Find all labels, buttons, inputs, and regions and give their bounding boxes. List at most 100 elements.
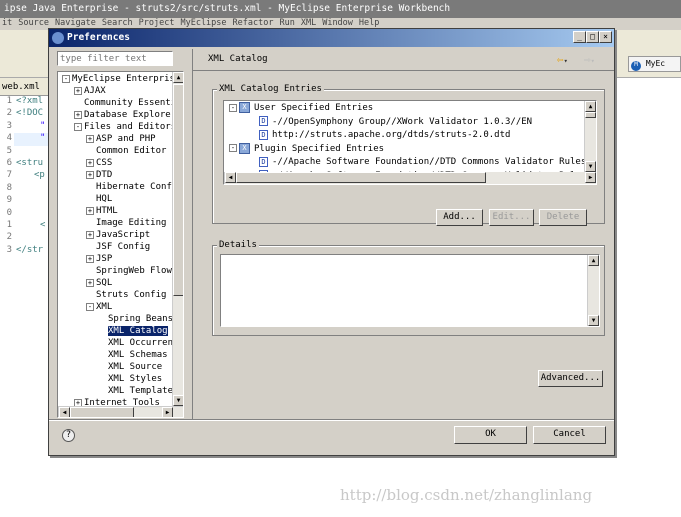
scroll-up-button[interactable]: ▲ [585, 101, 596, 112]
tree-item[interactable]: Struts Config [62, 289, 174, 301]
tree-item[interactable]: XML Catalog [62, 325, 174, 337]
menu-source[interactable]: Source [18, 18, 49, 28]
tree-item[interactable]: + JavaScript [62, 229, 174, 241]
close-button[interactable]: × [599, 31, 612, 43]
perspective-button[interactable]: M MyEc [628, 56, 681, 72]
tree-item[interactable]: HQL [62, 193, 174, 205]
tree-item[interactable]: + ASP and PHP [62, 133, 174, 145]
entry-group[interactable]: - X Plugin Specified Entries [229, 142, 584, 157]
filter-input[interactable] [57, 51, 173, 66]
tree-item[interactable]: + JSP [62, 253, 174, 265]
menu-myeclipse[interactable]: MyEclipse [180, 18, 226, 28]
tree-item[interactable]: Community Essential [62, 97, 174, 109]
tree-item[interactable]: + CSS [62, 157, 174, 169]
entries-horizontal-scrollbar[interactable]: ◀ ▶ [224, 172, 596, 184]
collapse-icon[interactable]: - [86, 302, 94, 311]
details-scrollbar[interactable]: ▲ ▼ [587, 255, 599, 326]
tree-item[interactable]: + AJAX [62, 85, 174, 97]
details-textarea[interactable]: ▲ ▼ [220, 254, 600, 327]
scroll-thumb[interactable] [173, 84, 183, 296]
minimize-button[interactable]: _ [573, 31, 586, 43]
collapse-icon[interactable]: - [62, 74, 70, 83]
tree-item-label: Hibernate Config [96, 182, 174, 192]
menu-run[interactable]: Run [279, 18, 294, 28]
tree-item[interactable]: + SQL [62, 277, 174, 289]
tree-item[interactable]: JSF Config [62, 241, 174, 253]
expand-icon[interactable]: + [86, 170, 94, 179]
advanced-button[interactable]: Advanced... [538, 370, 603, 387]
help-icon[interactable]: ? [62, 429, 75, 442]
scroll-left-button[interactable]: ◀ [59, 407, 70, 417]
maximize-button[interactable]: □ [586, 31, 599, 43]
menu-help[interactable]: Help [359, 18, 379, 28]
tree-item[interactable]: XML Occurrenc [62, 337, 174, 349]
scroll-down-button[interactable]: ▼ [588, 315, 599, 326]
tree-item[interactable]: - Files and Editors [62, 121, 174, 133]
catalog-entry[interactable]: D -//Apache Software Foundation//DTD Comm… [229, 156, 584, 170]
tree-item[interactable]: -MyEclipse Enterprise W [62, 73, 174, 85]
add-button[interactable]: Add... [436, 209, 483, 226]
menu-refactor[interactable]: Refactor [233, 18, 274, 28]
tree-item[interactable]: Common Editor Pr [62, 145, 174, 157]
tree-item[interactable]: - XML [62, 301, 174, 313]
sash[interactable] [192, 49, 193, 419]
expand-icon[interactable]: + [86, 230, 94, 239]
tree-horizontal-scrollbar[interactable]: ◀ ▶ [58, 406, 183, 417]
scroll-down-button[interactable]: ▼ [173, 395, 183, 406]
collapse-icon[interactable]: - [74, 122, 82, 131]
code-editor[interactable]: <?xml <!DOC " " <stru <p < </str [14, 96, 48, 257]
cancel-button[interactable]: Cancel [533, 426, 606, 444]
tree-item[interactable]: Spring Beans [62, 313, 174, 325]
line-number: 0 [6, 207, 12, 218]
menu-window[interactable]: Window [322, 18, 353, 28]
ok-button[interactable]: OK [454, 426, 527, 444]
scroll-up-button[interactable]: ▲ [173, 72, 183, 83]
scroll-thumb[interactable] [236, 172, 486, 183]
tree-item[interactable]: + Database Explorer [62, 109, 174, 121]
scroll-up-button[interactable]: ▲ [588, 255, 599, 266]
tree-item[interactable]: + DTD [62, 169, 174, 181]
expand-icon[interactable]: + [86, 206, 94, 215]
scroll-left-button[interactable]: ◀ [225, 172, 236, 183]
delete-button[interactable]: Delete [539, 209, 587, 226]
tree-item[interactable]: + HTML [62, 205, 174, 217]
edit-button[interactable]: Edit... [489, 209, 534, 226]
entries-vertical-scrollbar[interactable]: ▲ ▼ [584, 101, 596, 172]
scroll-down-button[interactable]: ▼ [585, 161, 596, 172]
preferences-tree[interactable]: -MyEclipse Enterprise W+AJAXCommunity Es… [57, 71, 184, 418]
scroll-right-button[interactable]: ▶ [162, 407, 173, 417]
code-line: <!DOC [16, 108, 44, 119]
catalog-entry[interactable]: D -//OpenSymphony Group//XWork Validator … [229, 116, 584, 130]
scroll-thumb[interactable] [585, 112, 596, 118]
expand-icon[interactable]: + [86, 134, 94, 143]
tree-vertical-scrollbar[interactable]: ▲ ▼ [172, 72, 183, 406]
tree-item[interactable]: Hibernate Config [62, 181, 174, 193]
collapse-icon[interactable]: - [229, 144, 237, 152]
tree-item[interactable]: Image Editing [62, 217, 174, 229]
line-number: 7 [6, 170, 12, 181]
tree-item[interactable]: XML Templates [62, 385, 174, 397]
menu-edit[interactable]: it [2, 18, 12, 28]
editor-tab[interactable]: web.xml [0, 78, 48, 96]
scroll-right-button[interactable]: ▶ [585, 172, 596, 183]
menu-search[interactable]: Search [102, 18, 133, 28]
tree-item[interactable]: SpringWeb Flow [62, 265, 174, 277]
forward-arrow-icon[interactable]: ⇨▾ [584, 53, 595, 66]
scroll-thumb[interactable] [70, 407, 134, 417]
tree-item[interactable]: XML Schemas [62, 349, 174, 361]
menu-project[interactable]: Project [139, 18, 175, 28]
expand-icon[interactable]: + [86, 158, 94, 167]
entry-group[interactable]: - X User Specified Entries [229, 102, 584, 116]
menu-navigate[interactable]: Navigate [55, 18, 96, 28]
collapse-icon[interactable]: - [229, 103, 237, 112]
catalog-entries-tree[interactable]: - X User Specified Entries D -//OpenSymphony… [223, 100, 597, 185]
back-arrow-icon[interactable]: ⇦▾ [557, 53, 568, 66]
expand-icon[interactable]: + [74, 110, 82, 119]
expand-icon[interactable]: + [86, 254, 94, 263]
tree-item[interactable]: XML Styles [62, 373, 174, 385]
expand-icon[interactable]: + [74, 86, 82, 95]
tree-item[interactable]: XML Source [62, 361, 174, 373]
catalog-entry[interactable]: Dhttp://struts.apache.org/dtds/struts-2.… [229, 129, 584, 143]
menu-xml[interactable]: XML [301, 18, 316, 28]
expand-icon[interactable]: + [86, 278, 94, 287]
